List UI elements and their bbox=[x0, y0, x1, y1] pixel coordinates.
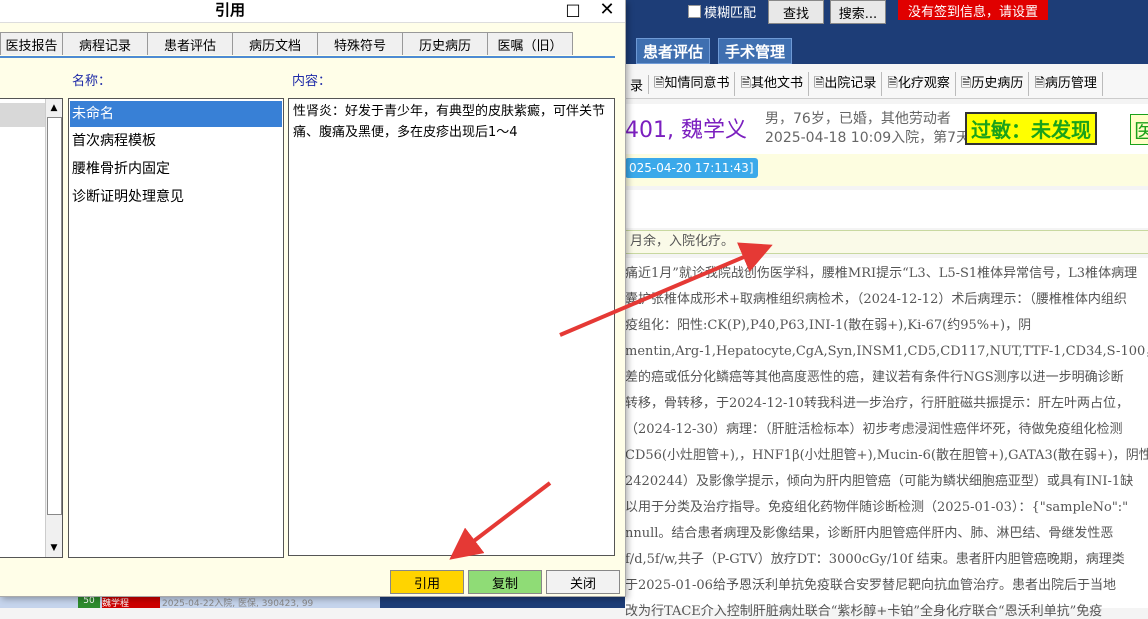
fuzzy-match-label: 模糊匹配 bbox=[704, 6, 757, 21]
tab-orders-old[interactable]: 医嘱（旧） bbox=[487, 32, 573, 55]
tab-underline bbox=[0, 56, 615, 58]
patient-admission: 2025-04-18 10:09入院，第7天 bbox=[765, 130, 971, 146]
record-line: f/d,5f/w,共子（P-GTV）放疗DT：3000cGy/10f 结束。患者… bbox=[625, 552, 1125, 567]
dialog-title: 引用 bbox=[214, 1, 245, 19]
scroll-down-icon[interactable]: ▼ bbox=[47, 541, 61, 555]
close-icon[interactable]: ✕ bbox=[596, 0, 618, 20]
allergy-badge: 过敏：未发现 bbox=[965, 112, 1097, 145]
template-content[interactable]: 性肾炎：好发于青少年，有典型的皮肤紫癜，可伴关节痛、腹痛及黑便，多在皮疹出现后1… bbox=[288, 98, 615, 556]
subnav-item-consent[interactable]: 🗎知情同意书 bbox=[649, 72, 736, 96]
bed-number: 50 bbox=[78, 596, 100, 608]
tab-patient-assessment[interactable]: 患者评估 bbox=[636, 38, 711, 64]
subnav-item[interactable]: 录 bbox=[625, 74, 650, 94]
list-item[interactable]: 诊断证明处理意见 bbox=[70, 184, 282, 210]
list-item[interactable]: 腰椎骨折内固定 bbox=[70, 156, 282, 182]
tab-special-symbols[interactable]: 特殊符号 bbox=[317, 32, 403, 55]
document-subnav: 录 🗎知情同意书 🗎其他文书 🗎出院记录 🗎化疗观察 🗎历史病历 🗎病历管理 bbox=[625, 70, 1148, 99]
subnav-item-history[interactable]: 🗎历史病历 bbox=[956, 72, 1030, 96]
scroll-up-icon[interactable]: ▲ bbox=[47, 101, 61, 115]
checkbox-icon[interactable] bbox=[688, 5, 701, 18]
record-line: nnull。结合患者病理及影像结果，诊断肝内胆管癌伴肝内、肺、淋巴结、骨继发性恶 bbox=[625, 526, 1114, 541]
tab-tech-report[interactable]: 医技报告 bbox=[0, 32, 63, 55]
signin-warning[interactable]: 没有签到信息，请设置 bbox=[898, 0, 1048, 20]
record-line: 2420244）及影像学提示，倾向为肝内胆管癌（可能为鳞状细胞癌亚型）或具有IN… bbox=[625, 474, 1134, 489]
fuzzy-match-checkbox[interactable]: 模糊匹配 bbox=[688, 2, 756, 21]
close-button[interactable]: 关闭 bbox=[546, 570, 620, 594]
tab-patient-assessment[interactable]: 患者评估 bbox=[147, 32, 233, 55]
blank-area bbox=[625, 190, 1148, 228]
record-line: 于2025-01-06给予恩沃利单抗免疫联合安罗替尼靶向抗血管治疗。患者出院后于… bbox=[625, 578, 1116, 593]
category-selection[interactable] bbox=[0, 103, 45, 127]
tab-record-docs[interactable]: 病历文档 bbox=[232, 32, 318, 55]
record-line: 疫组化：阳性:CK(P),P40,P63,INI-1(散在弱+),Ki-67(约… bbox=[625, 318, 1032, 333]
tab-surgery-management[interactable]: 手术管理 bbox=[718, 38, 793, 64]
record-line: 差的癌或低分化鳞癌等其他高度恶性的癌，建议若有条件行NGS测序以进一步明确诊断 bbox=[625, 370, 1124, 385]
content-label: 内容： bbox=[292, 74, 332, 89]
tab-progress-notes[interactable]: 病程记录 bbox=[62, 32, 148, 55]
list-item[interactable]: 未命名 bbox=[70, 101, 282, 127]
copy-button[interactable]: 复制 bbox=[468, 570, 542, 594]
name-label: 名称： bbox=[72, 74, 112, 89]
tab-history-records[interactable]: 历史病历 bbox=[402, 32, 488, 55]
search-button[interactable]: 搜索... bbox=[830, 0, 886, 24]
patient-name-tag[interactable]: 魏学程 bbox=[102, 596, 160, 609]
maximize-icon[interactable]: □ bbox=[564, 1, 582, 19]
record-line: 痛近1月”就诊我院战创伤医学科，腰椎MRI提示“L3、L5-S1椎体异常信号，L… bbox=[625, 266, 1138, 281]
timestamp-band: 025-04-20 17:11:43] bbox=[625, 154, 1148, 186]
record-line: mentin,Arg-1,Hepatocyte,CgA,Syn,INSM1,CD… bbox=[625, 344, 1148, 359]
find-button[interactable]: 查找 bbox=[768, 0, 824, 24]
patient-name: 401, 魏学义 bbox=[625, 118, 747, 143]
category-list[interactable]: ▲ ▼ bbox=[0, 98, 63, 558]
record-line: （2024-12-30）病理：（肝脏活检标本）初步考虑浸润性癌伴坏死，待做免疫组… bbox=[625, 422, 1123, 437]
patient-info: 男，76岁，已婚，其他劳动者 2025-04-18 10:09入院，第7天 bbox=[765, 110, 970, 148]
patient-header: 401, 魏学义 男，76岁，已婚，其他劳动者 2025-04-18 10:09… bbox=[625, 104, 1148, 154]
dialog-tabs: 医技报告 病程记录 患者评估 病历文档 特殊符号 历史病历 医嘱（旧） bbox=[0, 32, 573, 56]
medical-record-text: 痛近1月”就诊我院战创伤医学科，腰椎MRI提示“L3、L5-S1椎体异常信号，L… bbox=[625, 258, 1148, 619]
reference-button[interactable]: 引用 bbox=[390, 570, 464, 594]
subnav-item-record-mgmt[interactable]: 🗎病历管理 bbox=[1029, 72, 1103, 96]
list-item[interactable]: 首次病程模板 bbox=[70, 128, 282, 154]
timestamp-badge[interactable]: 025-04-20 17:11:43] bbox=[625, 158, 758, 178]
record-line: 以用于分类及治疗指导。免疫组化药物伴随诊断检测（2025-01-03）：{"sa… bbox=[625, 500, 1129, 515]
dialog-titlebar: 引用 □ ✕ bbox=[0, 0, 625, 23]
scroll-thumb[interactable] bbox=[47, 117, 62, 515]
patient-demographics: 男，76岁，已婚，其他劳动者 bbox=[765, 111, 951, 127]
status-strip bbox=[380, 596, 625, 608]
category-scrollbar[interactable]: ▲ ▼ bbox=[45, 99, 62, 557]
record-line: 改为行TACE介入控制肝脏病灶联合“紫杉醇+卡铂”全身化疗联合“恩沃利单抗”免疫 bbox=[625, 604, 1103, 619]
subnav-item-discharge[interactable]: 🗎出院记录 bbox=[809, 72, 883, 96]
template-name-list[interactable]: 未命名 首次病程模板 腰椎骨折内固定 诊断证明处理意见 bbox=[68, 98, 284, 558]
reference-dialog: 引用 □ ✕ 医技报告 病程记录 患者评估 病历文档 特殊符号 历史病历 医嘱（… bbox=[0, 0, 626, 597]
subnav-item-other-docs[interactable]: 🗎其他文书 bbox=[735, 72, 809, 96]
subnav-item-chemo[interactable]: 🗎化疗观察 bbox=[882, 72, 956, 96]
patient-summary: 2025-04-22入院, 医保, 390423, 99 bbox=[162, 599, 314, 609]
insurance-badge: 医 bbox=[1130, 114, 1148, 145]
admission-reason: 月余，入院化疗。 bbox=[625, 230, 1148, 254]
record-line: 转移，骨转移，于2024-12-10转我科进一步治疗，行肝脏磁共振提示：肝左叶两… bbox=[625, 396, 1129, 411]
record-line: 囊扩张椎体成形术+取病椎组织病检术，（2024-12-12）术后病理示：（腰椎椎… bbox=[625, 292, 1127, 307]
record-line: CD56(小灶胆管+),，HNF1β(小灶胆管+),Mucin-6(散在胆管+)… bbox=[625, 448, 1148, 463]
